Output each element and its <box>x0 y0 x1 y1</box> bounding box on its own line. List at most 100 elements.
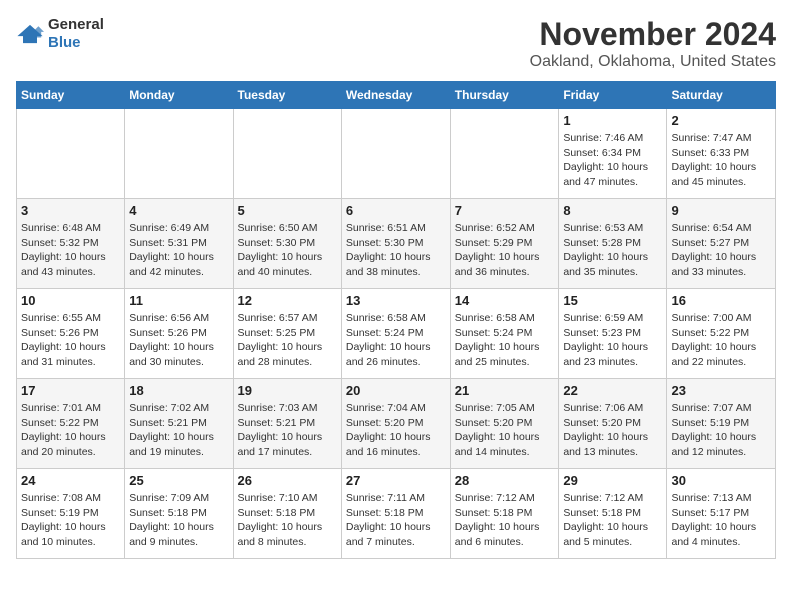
day-info: Sunrise: 7:11 AMSunset: 5:18 PMDaylight:… <box>346 491 446 550</box>
day-number: 22 <box>563 383 662 398</box>
day-info: Sunrise: 6:55 AMSunset: 5:26 PMDaylight:… <box>21 311 120 370</box>
day-cell: 29 Sunrise: 7:12 AMSunset: 5:18 PMDayligh… <box>559 469 667 559</box>
day-info: Sunrise: 7:05 AMSunset: 5:20 PMDaylight:… <box>455 401 555 460</box>
day-info: Sunrise: 7:01 AMSunset: 5:22 PMDaylight:… <box>21 401 120 460</box>
day-info: Sunrise: 6:49 AMSunset: 5:31 PMDaylight:… <box>129 221 228 280</box>
day-number: 23 <box>671 383 771 398</box>
day-header-saturday: Saturday <box>667 82 776 109</box>
day-number: 10 <box>21 293 120 308</box>
day-cell <box>125 109 233 199</box>
day-number: 18 <box>129 383 228 398</box>
day-cell: 6 Sunrise: 6:51 AMSunset: 5:30 PMDaylight… <box>341 199 450 289</box>
day-number: 26 <box>238 473 337 488</box>
day-cell: 25Sunrise: 7:09 AMSunset: 5:18 PMDayligh… <box>125 469 233 559</box>
day-info: Sunrise: 7:06 AMSunset: 5:20 PMDaylight:… <box>563 401 662 460</box>
day-info: Sunrise: 7:46 AMSunset: 6:34 PMDaylight:… <box>563 131 662 190</box>
day-info: Sunrise: 7:12 AMSunset: 5:18 PMDaylight:… <box>455 491 555 550</box>
day-number: 20 <box>346 383 446 398</box>
day-number: 30 <box>671 473 771 488</box>
day-number: 28 <box>455 473 555 488</box>
day-header-sunday: Sunday <box>17 82 125 109</box>
day-info: Sunrise: 6:58 AMSunset: 5:24 PMDaylight:… <box>455 311 555 370</box>
day-number: 17 <box>21 383 120 398</box>
logo-general: General <box>48 16 104 33</box>
day-info: Sunrise: 6:59 AMSunset: 5:23 PMDaylight:… <box>563 311 662 370</box>
day-number: 1 <box>563 113 662 128</box>
day-number: 25 <box>129 473 228 488</box>
day-number: 19 <box>238 383 337 398</box>
day-info: Sunrise: 7:10 AMSunset: 5:18 PMDaylight:… <box>238 491 337 550</box>
day-info: Sunrise: 7:04 AMSunset: 5:20 PMDaylight:… <box>346 401 446 460</box>
day-info: Sunrise: 6:51 AMSunset: 5:30 PMDaylight:… <box>346 221 446 280</box>
day-info: Sunrise: 7:12 AMSunset: 5:18 PMDaylight:… <box>563 491 662 550</box>
day-cell <box>450 109 559 199</box>
logo-blue: Blue <box>48 34 81 51</box>
day-number: 11 <box>129 293 228 308</box>
day-cell: 7Sunrise: 6:52 AMSunset: 5:29 PMDaylight… <box>450 199 559 289</box>
day-info: Sunrise: 7:00 AMSunset: 5:22 PMDaylight:… <box>671 311 771 370</box>
logo-icon <box>16 23 44 45</box>
day-number: 8 <box>563 203 662 218</box>
day-info: Sunrise: 6:57 AMSunset: 5:25 PMDaylight:… <box>238 311 337 370</box>
day-number: 13 <box>346 293 446 308</box>
day-cell: 15 Sunrise: 6:59 AMSunset: 5:23 PMDayligh… <box>559 289 667 379</box>
day-header-thursday: Thursday <box>450 82 559 109</box>
day-cell: 13 Sunrise: 6:58 AMSunset: 5:24 PMDayligh… <box>341 289 450 379</box>
day-cell: 21 Sunrise: 7:05 AMSunset: 5:20 PMDayligh… <box>450 379 559 469</box>
day-cell: 10 Sunrise: 6:55 AMSunset: 5:26 PMDayligh… <box>17 289 125 379</box>
day-header-tuesday: Tuesday <box>233 82 341 109</box>
week-row-3: 17 Sunrise: 7:01 AMSunset: 5:22 PMDayligh… <box>17 379 776 469</box>
day-number: 7 <box>455 203 555 218</box>
day-number: 15 <box>563 293 662 308</box>
day-cell <box>341 109 450 199</box>
day-cell: 17 Sunrise: 7:01 AMSunset: 5:22 PMDayligh… <box>17 379 125 469</box>
day-number: 4 <box>129 203 228 218</box>
day-cell: 16 Sunrise: 7:00 AMSunset: 5:22 PMDayligh… <box>667 289 776 379</box>
day-info: Sunrise: 6:54 AMSunset: 5:27 PMDaylight:… <box>671 221 771 280</box>
day-header-friday: Friday <box>559 82 667 109</box>
month-title: November 2024 <box>530 16 776 53</box>
calendar-table: SundayMondayTuesdayWednesdayThursdayFrid… <box>16 81 776 559</box>
day-number: 16 <box>671 293 771 308</box>
day-info: Sunrise: 7:03 AMSunset: 5:21 PMDaylight:… <box>238 401 337 460</box>
day-cell: 26 Sunrise: 7:10 AMSunset: 5:18 PMDayligh… <box>233 469 341 559</box>
day-cell: 24Sunrise: 7:08 AMSunset: 5:19 PMDayligh… <box>17 469 125 559</box>
week-row-4: 24Sunrise: 7:08 AMSunset: 5:19 PMDayligh… <box>17 469 776 559</box>
day-number: 29 <box>563 473 662 488</box>
day-info: Sunrise: 6:50 AMSunset: 5:30 PMDaylight:… <box>238 221 337 280</box>
day-number: 6 <box>346 203 446 218</box>
header: General Blue November 2024 Oakland, Okla… <box>16 16 776 71</box>
day-number: 12 <box>238 293 337 308</box>
day-number: 3 <box>21 203 120 218</box>
day-number: 5 <box>238 203 337 218</box>
day-header-monday: Monday <box>125 82 233 109</box>
logo: General Blue <box>16 16 104 52</box>
day-info: Sunrise: 7:47 AMSunset: 6:33 PMDaylight:… <box>671 131 771 190</box>
day-cell: 12 Sunrise: 6:57 AMSunset: 5:25 PMDayligh… <box>233 289 341 379</box>
day-header-row: SundayMondayTuesdayWednesdayThursdayFrid… <box>17 82 776 109</box>
day-cell: 14 Sunrise: 6:58 AMSunset: 5:24 PMDayligh… <box>450 289 559 379</box>
day-cell <box>17 109 125 199</box>
day-cell: 4 Sunrise: 6:49 AMSunset: 5:31 PMDaylight… <box>125 199 233 289</box>
day-info: Sunrise: 6:56 AMSunset: 5:26 PMDaylight:… <box>129 311 228 370</box>
day-info: Sunrise: 6:58 AMSunset: 5:24 PMDaylight:… <box>346 311 446 370</box>
day-cell: 8 Sunrise: 6:53 AMSunset: 5:28 PMDaylight… <box>559 199 667 289</box>
day-number: 24 <box>21 473 120 488</box>
week-row-0: 1 Sunrise: 7:46 AMSunset: 6:34 PMDaylight… <box>17 109 776 199</box>
day-cell: 2Sunrise: 7:47 AMSunset: 6:33 PMDaylight… <box>667 109 776 199</box>
day-cell: 9 Sunrise: 6:54 AMSunset: 5:27 PMDaylight… <box>667 199 776 289</box>
day-cell: 30Sunrise: 7:13 AMSunset: 5:17 PMDayligh… <box>667 469 776 559</box>
day-cell: 11 Sunrise: 6:56 AMSunset: 5:26 PMDayligh… <box>125 289 233 379</box>
day-cell <box>233 109 341 199</box>
day-number: 21 <box>455 383 555 398</box>
day-number: 9 <box>671 203 771 218</box>
day-cell: 18 Sunrise: 7:02 AMSunset: 5:21 PMDayligh… <box>125 379 233 469</box>
day-cell: 19 Sunrise: 7:03 AMSunset: 5:21 PMDayligh… <box>233 379 341 469</box>
day-info: Sunrise: 7:02 AMSunset: 5:21 PMDaylight:… <box>129 401 228 460</box>
day-cell: 28 Sunrise: 7:12 AMSunset: 5:18 PMDayligh… <box>450 469 559 559</box>
day-cell: 23Sunrise: 7:07 AMSunset: 5:19 PMDayligh… <box>667 379 776 469</box>
day-header-wednesday: Wednesday <box>341 82 450 109</box>
day-number: 14 <box>455 293 555 308</box>
day-number: 27 <box>346 473 446 488</box>
day-info: Sunrise: 6:53 AMSunset: 5:28 PMDaylight:… <box>563 221 662 280</box>
